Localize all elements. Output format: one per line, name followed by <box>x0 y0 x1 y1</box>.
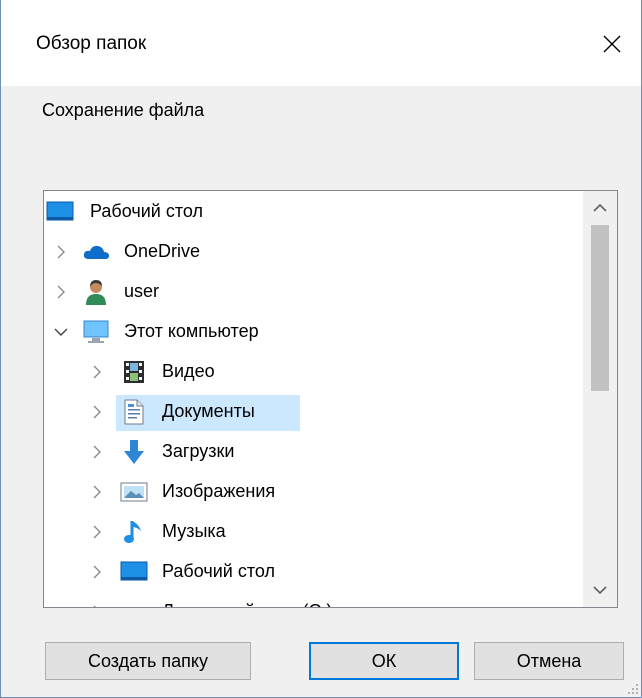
expand-chevron-icon[interactable] <box>88 393 106 431</box>
desktop-icon <box>46 198 74 226</box>
chevron-down-icon <box>593 586 607 595</box>
browse-folders-dialog: Обзор папок Сохранение файла Рабочий сто… <box>0 0 642 698</box>
tree-item-label: Видео <box>162 361 215 381</box>
tree-item-label: Локальный диск (C:) <box>162 601 332 607</box>
desktop-icon <box>120 558 148 586</box>
close-button[interactable] <box>583 18 641 70</box>
tree-item[interactable]: Этот компьютер <box>44 313 584 351</box>
expand-chevron-icon[interactable] <box>88 433 106 471</box>
expand-chevron-icon[interactable] <box>52 273 70 311</box>
tree-item-label: user <box>124 281 160 301</box>
resize-grip-icon[interactable] <box>627 683 639 695</box>
expand-chevron-icon[interactable] <box>88 553 106 591</box>
tree-item-label: Музыка <box>162 521 226 541</box>
tree-item-label: OneDrive <box>124 241 201 261</box>
tree-item-label: Документы <box>162 401 255 421</box>
expand-chevron-icon[interactable] <box>52 233 70 271</box>
expand-chevron-icon[interactable] <box>88 593 106 607</box>
scroll-down-button[interactable] <box>583 573 617 607</box>
collapse-chevron-icon[interactable] <box>52 313 70 351</box>
scroll-up-button[interactable] <box>583 191 617 225</box>
vertical-scrollbar[interactable] <box>583 191 617 607</box>
window-title: Обзор папок <box>36 33 147 54</box>
tree-item-label: Изображения <box>162 481 276 501</box>
tree-item-label: Загрузки <box>162 441 235 461</box>
tree-item[interactable]: user <box>44 273 584 311</box>
video-icon <box>120 358 148 386</box>
pictures-icon <box>120 478 148 506</box>
tree-item[interactable]: Видео <box>44 353 584 391</box>
downloads-icon <box>120 438 148 466</box>
expand-chevron-icon[interactable] <box>88 353 106 391</box>
expand-chevron-icon[interactable] <box>88 473 106 511</box>
user-icon <box>82 278 110 306</box>
tree-item[interactable]: Загрузки <box>44 433 584 471</box>
chevron-up-icon <box>593 203 607 212</box>
expand-chevron-icon[interactable] <box>88 513 106 551</box>
tree-item[interactable]: Локальный диск (C:) <box>44 593 584 607</box>
tree-item[interactable]: Музыка <box>44 513 584 551</box>
close-icon <box>603 35 621 53</box>
onedrive-cloud-icon <box>82 238 110 266</box>
local-disk-icon <box>120 598 148 607</box>
new-folder-button[interactable]: Создать папку <box>45 642 251 680</box>
folder-tree-viewport: Рабочий стол OneDrive user Этот компьютер Ви… <box>44 191 584 607</box>
folder-tree[interactable]: Рабочий стол OneDrive user Этот компьютер Ви… <box>43 190 618 608</box>
cancel-button[interactable]: Отмена <box>474 642 624 680</box>
music-icon <box>120 518 148 546</box>
tree-item-label: Рабочий стол <box>90 201 203 221</box>
computer-icon <box>82 318 110 346</box>
scroll-thumb[interactable] <box>591 225 609 391</box>
tree-item[interactable]: Рабочий стол <box>44 553 584 591</box>
tree-item[interactable]: OneDrive <box>44 233 584 271</box>
ok-button[interactable]: ОК <box>309 642 459 680</box>
documents-icon <box>120 398 148 426</box>
tree-item[interactable]: Рабочий стол <box>44 193 584 231</box>
tree-item-label: Рабочий стол <box>162 561 275 581</box>
title-bar: Обзор папок <box>1 0 641 86</box>
tree-item-label: Этот компьютер <box>124 321 259 341</box>
dialog-prompt: Сохранение файла <box>42 100 205 120</box>
tree-item[interactable]: Изображения <box>44 473 584 511</box>
tree-item[interactable]: Документы <box>44 393 584 431</box>
